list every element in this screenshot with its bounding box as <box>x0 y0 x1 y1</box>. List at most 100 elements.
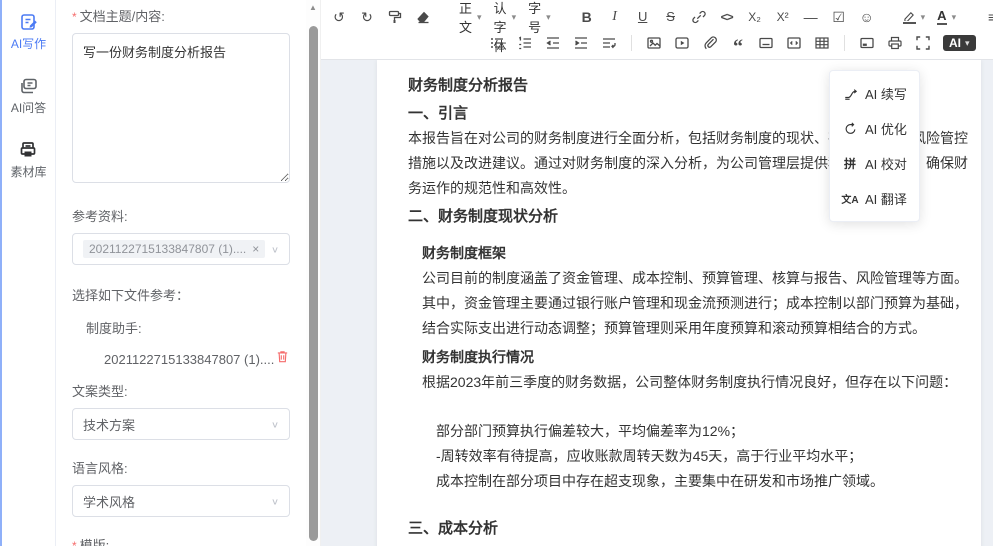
ai-dropdown-button[interactable]: AI ▾ <box>943 35 976 51</box>
writing-form-panel: *文档主题/内容: 写一份财务制度分析报告 参考资料: 202112271513… <box>56 0 306 546</box>
doc-type-label: 文案类型: <box>72 381 290 400</box>
doc-list-item: 成本控制在部分项目中存在超支现象，主要集中在研发和市场推广领域。 <box>436 469 969 494</box>
doc-paragraph: 公司目前的制度涵盖了资金管理、成本控制、预算管理、核算与报告、风险管理等方面。其… <box>422 266 969 341</box>
emoji-icon[interactable]: ☺ <box>859 7 875 27</box>
align-dropdown[interactable]: ≡ ▾ <box>984 7 993 27</box>
image-icon[interactable] <box>646 35 662 51</box>
align-icon: ≡ <box>984 7 993 27</box>
paragraph-style-dropdown[interactable]: 正文 ▾ <box>459 0 482 36</box>
caret-down-icon: ▾ <box>965 38 970 49</box>
caret-down-icon: ▾ <box>546 12 551 23</box>
doc-heading: 三、成本分析 <box>408 516 969 541</box>
video-icon[interactable] <box>674 35 690 51</box>
doc-paragraph: 根据2023年前三季度的财务数据，公司整体财务制度执行情况良好，但存在以下问题： <box>422 370 969 395</box>
horizontal-rule-icon[interactable]: ― <box>803 7 819 27</box>
continue-writing-icon <box>842 87 858 101</box>
sidebar-item-label: 素材库 <box>10 163 46 180</box>
highlight-pen-icon <box>903 10 916 24</box>
sidebar-item-ai-qa[interactable]: AI问答 <box>11 76 46 116</box>
embed-icon[interactable] <box>859 35 875 51</box>
required-asterisk: * <box>72 10 77 24</box>
menu-item-label: AI 校对 <box>865 154 907 173</box>
required-asterisk: * <box>72 539 77 546</box>
panel-scrollbar[interactable]: ▲ <box>306 0 321 546</box>
menu-item-ai-optimize[interactable]: AI 优化 <box>830 111 919 146</box>
superscript-icon[interactable]: X² <box>775 7 791 27</box>
editor-toolbar: ↺ ↻ 正文 ▾ <box>321 0 993 60</box>
style-label: 语言风格: <box>72 458 290 477</box>
menu-item-label: AI 续写 <box>865 84 907 103</box>
topic-input[interactable]: 写一份财务制度分析报告 <box>72 33 290 183</box>
underline-icon[interactable]: U <box>635 7 651 27</box>
bullet-list-icon[interactable] <box>489 35 505 51</box>
italic-icon[interactable]: I <box>607 7 623 27</box>
inline-code-icon[interactable]: <> <box>719 7 735 27</box>
delete-file-icon[interactable] <box>275 349 290 369</box>
left-nav: AI写作 AI问答 素材库 <box>2 0 56 546</box>
chevron-down-icon: ∨ <box>271 419 279 429</box>
undo-icon[interactable]: ↺ <box>331 7 347 27</box>
proofread-icon: 拼 <box>842 155 858 172</box>
toolbar-row-1: ↺ ↻ 正文 ▾ <box>331 5 985 29</box>
menu-item-label: AI 翻译 <box>865 189 907 208</box>
translate-icon: 文A <box>842 191 858 206</box>
fullscreen-icon[interactable] <box>915 35 931 51</box>
indent-icon[interactable] <box>573 35 589 51</box>
chat-icon <box>19 76 39 96</box>
file-name: 2021122715133847807 (1).... <box>104 352 274 367</box>
redo-icon[interactable]: ↻ <box>359 7 375 27</box>
edit-doc-icon <box>19 12 39 32</box>
toolbar-separator <box>631 35 632 51</box>
caret-down-icon: ▾ <box>512 12 517 23</box>
bold-icon[interactable]: B <box>579 7 595 27</box>
menu-item-label: AI 优化 <box>865 119 907 138</box>
outdent-icon[interactable] <box>545 35 561 51</box>
style-select[interactable]: 学术风格 ∨ <box>72 485 290 517</box>
font-color-icon: A <box>937 9 946 25</box>
eraser-icon[interactable] <box>415 9 431 25</box>
link-icon[interactable] <box>691 9 707 25</box>
file-section-label: 选择如下文件参考： <box>72 285 290 304</box>
task-checkbox-icon[interactable]: ☑ <box>831 7 847 27</box>
doc-subheading: 财务制度执行情况 <box>422 345 969 370</box>
remove-tag-icon[interactable]: × <box>252 242 259 256</box>
doc-list-item: 部分部门预算执行偏差较大，平均偏差率为12%； <box>436 419 969 444</box>
highlight-color-dropdown[interactable]: ▾ <box>903 10 926 24</box>
line-break-icon[interactable] <box>601 35 617 51</box>
subscript-icon[interactable]: X₂ <box>747 7 763 27</box>
doc-list-item: -周转效率有待提高，应收账款周转天数为45天，高于行业平均水平； <box>436 444 969 469</box>
scrollbar-thumb[interactable] <box>309 26 318 541</box>
editor-canvas: 财务制度分析报告 一、引言 本报告旨在对公司的财务制度进行全面分析，包括财务制度… <box>321 60 993 546</box>
blockquote-icon[interactable]: “ <box>730 34 746 52</box>
editor-area: ↺ ↻ 正文 ▾ <box>321 0 993 546</box>
doc-type-select[interactable]: 技术方案 ∨ <box>72 408 290 440</box>
reference-label: 参考资料: <box>72 206 290 225</box>
reference-select[interactable]: 2021122715133847807 (1).... × ∨ <box>72 233 290 265</box>
font-color-dropdown[interactable]: A ▾ <box>937 9 956 25</box>
divider-icon[interactable] <box>758 35 774 51</box>
topic-label: *文档主题/内容: <box>72 6 290 25</box>
ordered-list-icon[interactable] <box>517 35 533 51</box>
reference-tag[interactable]: 2021122715133847807 (1).... × <box>83 240 265 258</box>
format-painter-icon[interactable] <box>387 9 403 25</box>
attachment-icon[interactable] <box>702 35 718 51</box>
file-row: 2021122715133847807 (1).... <box>72 349 290 369</box>
sidebar-item-library[interactable]: 素材库 <box>10 140 46 180</box>
font-size-dropdown[interactable]: 字号 ▾ <box>528 0 551 36</box>
library-icon <box>18 140 38 160</box>
table-icon[interactable] <box>814 35 830 51</box>
strikethrough-icon[interactable]: S <box>663 7 679 27</box>
sidebar-item-ai-writing[interactable]: AI写作 <box>11 12 46 52</box>
toolbar-row-2: “ <box>489 31 985 55</box>
print-icon[interactable] <box>887 35 903 51</box>
caret-down-icon: ▾ <box>477 12 482 23</box>
file-group-label: 制度助手: <box>72 318 290 337</box>
menu-item-ai-proofread[interactable]: 拼 AI 校对 <box>830 146 919 181</box>
optimize-icon <box>842 122 858 136</box>
menu-item-ai-translate[interactable]: 文A AI 翻译 <box>830 181 919 216</box>
doc-subheading: 财务制度框架 <box>422 241 969 266</box>
code-block-icon[interactable] <box>786 35 802 51</box>
menu-item-ai-continue[interactable]: AI 续写 <box>830 76 919 111</box>
app-window: AI写作 AI问答 素材库 <box>0 0 993 546</box>
scroll-up-icon[interactable]: ▲ <box>306 3 320 12</box>
